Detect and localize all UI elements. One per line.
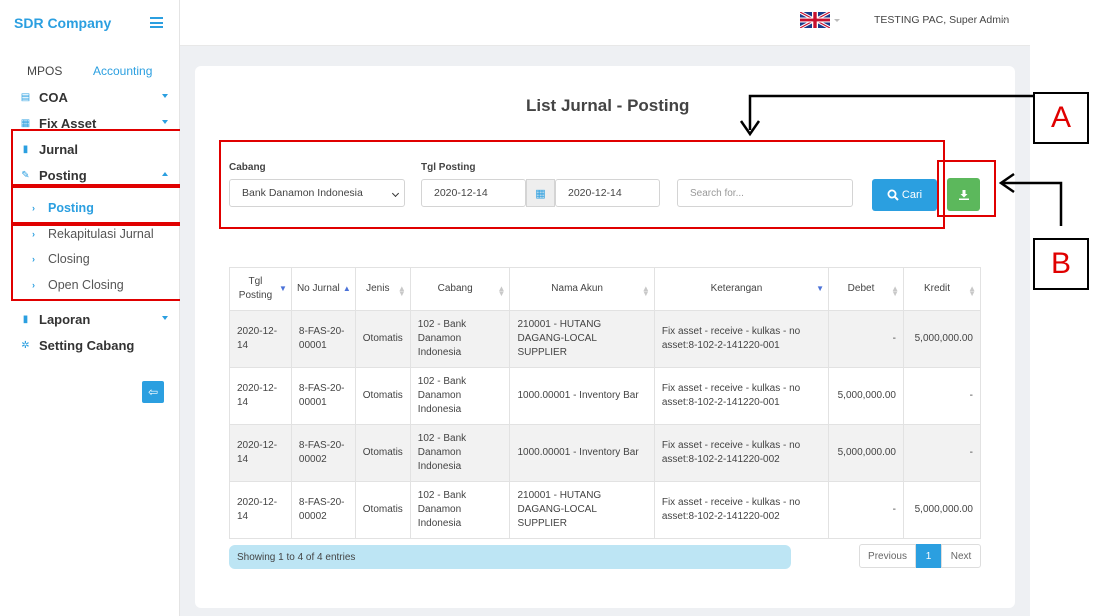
sort-desc-icon: ▼ [279,284,287,293]
column-header-jenis[interactable]: Jenis ▲ ▼ [354,267,411,311]
table-row[interactable]: 2020-12-14 8-FAS-20-00002 Otomatis 102 -… [229,424,981,482]
cell-cabang: 102 - Bank Danamon Indonesia [409,424,511,482]
table-row[interactable]: 2020-12-14 8-FAS-20-00002 Otomatis 102 -… [229,481,981,539]
sort-icon: ▲ ▼ [891,284,899,298]
cell-keterangan: Fix asset - receive - kulkas - no asset:… [653,310,830,368]
cell-kredit: - [903,367,981,425]
cell-jenis: Otomatis [354,481,411,539]
cell-tgl: 2020-12-14 [229,310,292,368]
cell-keterangan: Fix asset - receive - kulkas - no asset:… [653,367,830,425]
pagination-previous[interactable]: Previous [859,544,916,568]
sort-icon: ▲ ▼ [641,284,650,298]
cell-no-jurnal: 8-FAS-20-00001 [290,367,356,425]
cell-jenis: Otomatis [354,367,411,425]
cell-tgl: 2020-12-14 [229,424,292,482]
sort-desc-icon: ▼ [816,284,825,293]
cell-keterangan: Fix asset - receive - kulkas - no asset:… [653,424,830,482]
cell-no-jurnal: 8-FAS-20-00002 [290,424,356,482]
cell-debet: 5,000,000.00 [828,424,904,482]
sort-icon: ▲ ▼ [497,284,506,298]
cell-nama-akun: 210001 - HUTANG DAGANG-LOCAL SUPPLIER [509,481,655,539]
column-header-debet[interactable]: Debet ▲ ▼ [828,267,904,311]
pagination-page-1[interactable]: 1 [916,544,941,568]
cell-cabang: 102 - Bank Danamon Indonesia [409,367,511,425]
pagination-next[interactable]: Next [941,544,981,568]
sort-icon: ▲ ▼ [968,284,976,298]
cell-cabang: 102 - Bank Danamon Indonesia [409,481,511,539]
cell-kredit: 5,000,000.00 [903,481,981,539]
cell-tgl: 2020-12-14 [229,367,292,425]
column-header-tgl-posting[interactable]: Tgl Posting ▼ [229,267,292,311]
callout-a: A [1033,92,1089,144]
cell-no-jurnal: 8-FAS-20-00001 [290,310,356,368]
table-header-row: Tgl Posting ▼ No Jurnal ▲ Jenis ▲ ▼ Cabang ▲ ▼… [229,267,981,311]
column-header-cabang[interactable]: Cabang ▲ ▼ [409,267,511,311]
column-header-kredit[interactable]: Kredit ▲ ▼ [903,267,981,311]
sort-icon: ▲ ▼ [397,284,406,298]
cell-keterangan: Fix asset - receive - kulkas - no asset:… [653,481,830,539]
cell-kredit: - [903,424,981,482]
cell-jenis: Otomatis [354,424,411,482]
cell-debet: - [828,481,904,539]
cell-no-jurnal: 8-FAS-20-00002 [290,481,356,539]
cell-nama-akun: 1000.00001 - Inventory Bar [509,367,655,425]
cell-nama-akun: 210001 - HUTANG DAGANG-LOCAL SUPPLIER [509,310,655,368]
sort-asc-icon: ▲ [342,284,351,293]
table-info: Showing 1 to 4 of 4 entries [229,545,791,569]
jurnal-table: Tgl Posting ▼ No Jurnal ▲ Jenis ▲ ▼ Cabang ▲ ▼… [229,267,981,539]
cell-kredit: 5,000,000.00 [903,310,981,368]
cell-nama-akun: 1000.00001 - Inventory Bar [509,424,655,482]
cell-debet: 5,000,000.00 [828,367,904,425]
callout-b: B [1033,238,1089,290]
column-header-keterangan[interactable]: Keterangan ▼ [653,267,830,311]
column-header-nama-akun[interactable]: Nama Akun ▲ ▼ [509,267,655,311]
table-row[interactable]: 2020-12-14 8-FAS-20-00001 Otomatis 102 -… [229,367,981,425]
column-header-no-jurnal[interactable]: No Jurnal ▲ [290,267,356,311]
cell-tgl: 2020-12-14 [229,481,292,539]
cell-debet: - [828,310,904,368]
cell-jenis: Otomatis [354,310,411,368]
cell-cabang: 102 - Bank Danamon Indonesia [409,310,511,368]
table-row[interactable]: 2020-12-14 8-FAS-20-00001 Otomatis 102 -… [229,310,981,368]
